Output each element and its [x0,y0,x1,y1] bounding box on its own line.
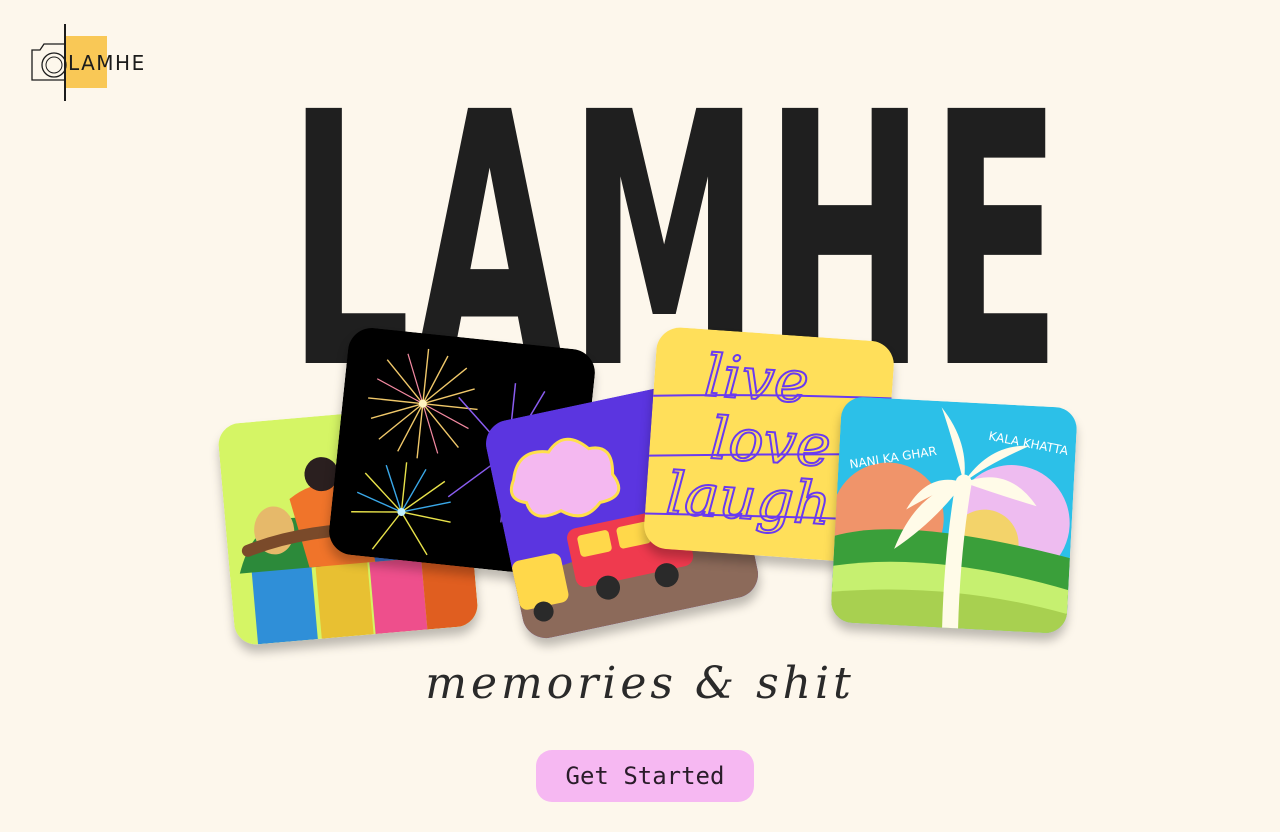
lettering-laugh: laugh [664,459,833,538]
tagline: memories & shit [425,658,855,709]
get-started-button[interactable]: Get Started [536,750,754,802]
brand-logo[interactable]: LAMHE [30,24,156,102]
logo-text: LAMHE [68,51,146,75]
nani-ka-ghar-card: NANI KA GHAR KALA KHATTA [830,395,1078,635]
logo-divider [64,24,66,101]
palm-tree-illustration: NANI KA GHAR KALA KHATTA [830,395,1078,635]
